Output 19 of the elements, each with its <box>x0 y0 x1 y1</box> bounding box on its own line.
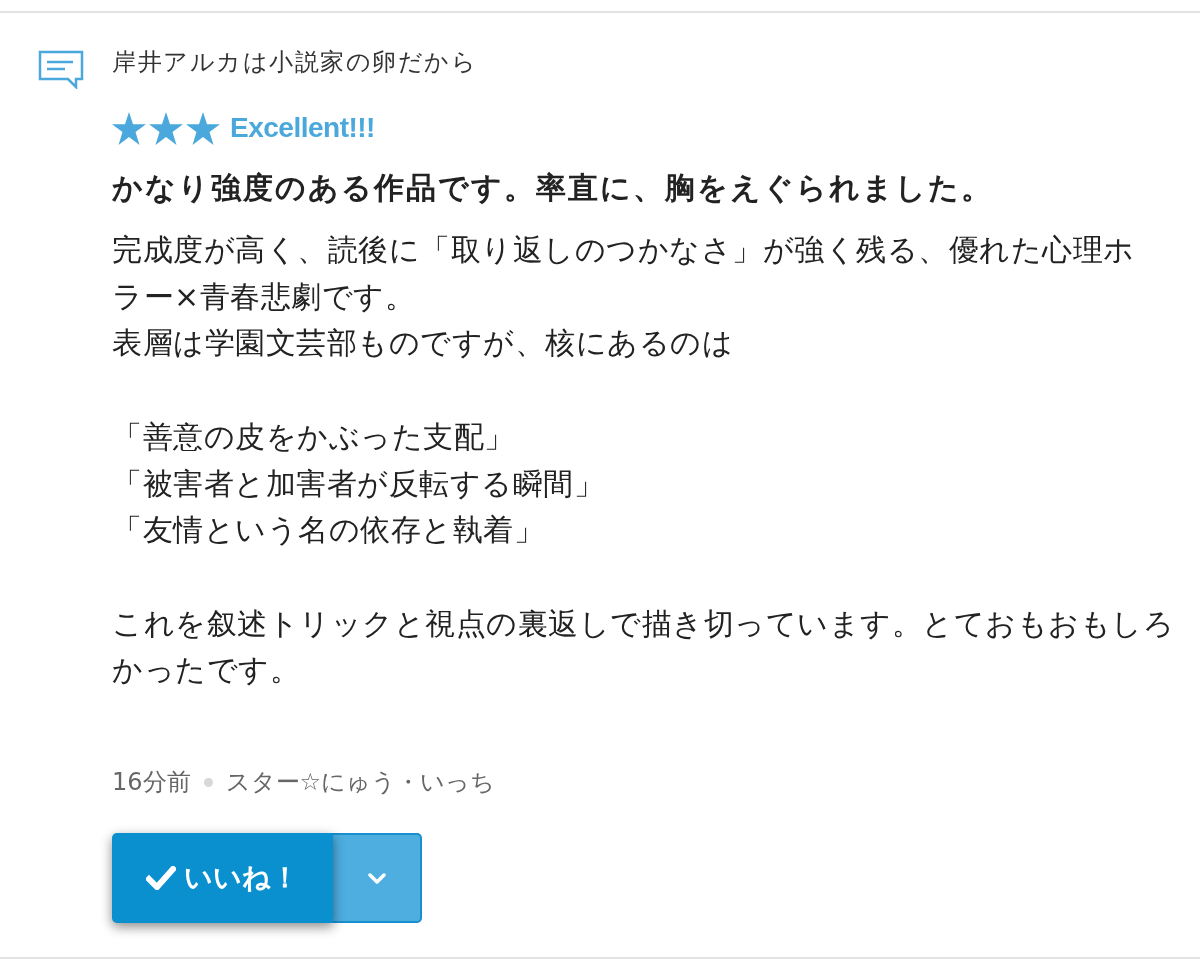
like-button[interactable]: いいね！ <box>112 833 333 923</box>
star-icon <box>149 111 183 145</box>
star-icon <box>112 111 146 145</box>
author-name[interactable]: スター☆にゅう・いっち <box>225 766 496 798</box>
review-text: 完成度が高く、読後に「取り返しのつかなさ」が強く残る、優れた心理ホラー×青春悲劇です。 <box>112 231 1136 316</box>
star-icon <box>186 111 220 145</box>
review-text: 「善意の皮をかぶった支配」 <box>112 417 516 456</box>
review-text: 「被害者と加害者が反転する瞬間」 <box>112 464 605 503</box>
checkmark-icon <box>146 866 176 890</box>
speech-bubble-icon <box>38 50 84 89</box>
comment-title: 岸井アルカは小説家の卵だから <box>112 47 478 77</box>
dropdown-toggle-button[interactable] <box>333 833 422 923</box>
review-text: これを叙述トリックと視点の裏返しで描き切っています。とておもおもしろかったです。 <box>112 604 1175 690</box>
time-ago: 16分前 <box>112 767 191 798</box>
review-text: 表層は学園文芸部ものですが、核にあるのは <box>112 324 734 363</box>
rating-label: Excellent!!! <box>230 111 375 145</box>
chevron-down-icon <box>367 872 386 884</box>
review-headline: かなり強度のある作品です。率直に、胸をえぐられました。 <box>112 169 994 207</box>
review-text: 「友情という名の依存と執着」 <box>112 511 545 550</box>
